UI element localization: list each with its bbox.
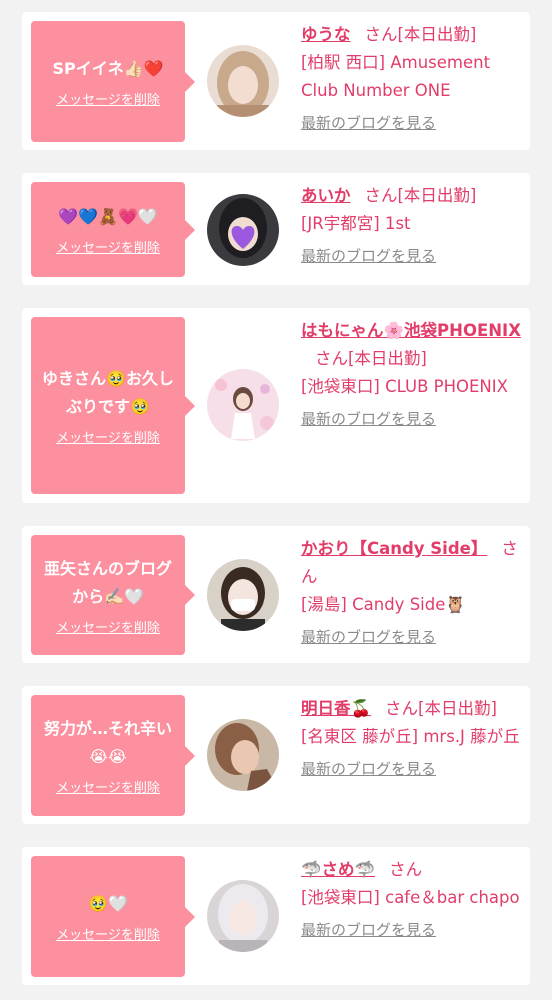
avatar[interactable] xyxy=(207,45,279,117)
delete-message-link[interactable]: メッセージを削除 xyxy=(56,89,160,108)
host-suffix: さん[本日出勤] xyxy=(385,699,497,718)
host-suffix: さん[本日出勤] xyxy=(364,186,477,205)
message-bubble: 亜矢さんのブログから✍🏻🤍 メッセージを削除 xyxy=(31,535,195,655)
shop-info: [池袋東口] CLUB PHOENIX xyxy=(301,377,508,396)
message-text: 🥹🤍 xyxy=(88,894,128,913)
avatar[interactable] xyxy=(207,194,279,266)
message-text: ゆきさん🥹お久しぶりです🥹 xyxy=(42,369,174,416)
message-bubble: 🥹🤍 メッセージを削除 xyxy=(31,856,195,977)
message-card: 努力が…それ辛い😭😭 メッセージを削除 明日香🍒 さん[本日出勤] [名東区 藤が… xyxy=(22,686,530,824)
latest-blog-link[interactable]: 最新のブログを見る xyxy=(301,755,525,783)
host-info: あいか さん[本日出勤] [JR宇都宮] 1st 最新のブログを見る xyxy=(301,182,525,270)
shop-info: [名東区 藤が丘] mrs.J 藤が丘 xyxy=(301,727,520,746)
host-info: ゆうな さん[本日出勤] [柏駅 西口] Amusement Club Numbe… xyxy=(301,21,525,137)
message-card: 💜💙🧸💗🤍 メッセージを削除 あいか さん[本日出勤] [JR宇都宮] 1st 最… xyxy=(22,173,530,285)
avatar[interactable] xyxy=(207,880,279,952)
message-text: 努力が…それ辛い😭😭 xyxy=(43,719,172,766)
delete-message-link[interactable]: メッセージを削除 xyxy=(56,777,160,796)
message-text: 亜矢さんのブログから✍🏻🤍 xyxy=(43,558,172,606)
host-info: 🦈さめ🦈 さん [池袋東口] cafe＆bar chapo 最新のブログを見る xyxy=(301,856,525,944)
host-name-link[interactable]: あいか xyxy=(301,186,351,205)
message-card: 亜矢さんのブログから✍🏻🤍 メッセージを削除 かおり【Candy Side】 さん… xyxy=(22,526,530,663)
shop-info: [池袋東口] cafe＆bar chapo xyxy=(301,888,520,907)
host-suffix: さん[本日出勤] xyxy=(364,25,477,44)
shop-info: [JR宇都宮] 1st xyxy=(301,214,411,233)
message-card: 🥹🤍 メッセージを削除 🦈さめ🦈 さん [池袋東口] cafe＆bar chapo… xyxy=(22,847,530,985)
host-name-link[interactable]: かおり【Candy Side】 xyxy=(301,539,487,558)
host-info: 明日香🍒 さん[本日出勤] [名東区 藤が丘] mrs.J 藤が丘 最新のブログを… xyxy=(301,695,525,783)
host-name-link[interactable]: ゆうな xyxy=(301,25,351,44)
host-suffix: さん xyxy=(389,860,423,879)
message-card: SPイイネ👍🏻❤️ メッセージを削除 ゆうな さん[本日出勤] [柏駅 西口] A… xyxy=(22,12,530,150)
avatar[interactable] xyxy=(207,559,279,631)
delete-message-link[interactable]: メッセージを削除 xyxy=(56,427,160,446)
delete-message-link[interactable]: メッセージを削除 xyxy=(56,924,160,943)
message-text: 💜💙🧸💗🤍 xyxy=(58,207,158,226)
host-info: はもにゃん🌸池袋PHOENIX さん[本日出勤] [池袋東口] CLUB PHOE… xyxy=(301,317,525,433)
latest-blog-link[interactable]: 最新のブログを見る xyxy=(301,109,525,137)
host-name-link[interactable]: はもにゃん🌸池袋PHOENIX xyxy=(301,321,521,340)
shop-info: [湯島] Candy Side🦉 xyxy=(301,595,466,614)
message-text: SPイイネ👍🏻❤️ xyxy=(52,59,164,78)
avatar[interactable] xyxy=(207,369,279,441)
shop-info: [柏駅 西口] Amusement Club Number ONE xyxy=(301,53,491,100)
message-card: ゆきさん🥹お久しぶりです🥹 メッセージを削除 はもにゃん🌸池袋PHOENIX さん… xyxy=(22,308,530,503)
latest-blog-link[interactable]: 最新のブログを見る xyxy=(301,916,525,944)
message-bubble: SPイイネ👍🏻❤️ メッセージを削除 xyxy=(31,21,195,142)
delete-message-link[interactable]: メッセージを削除 xyxy=(56,617,160,636)
host-info: かおり【Candy Side】 さん [湯島] Candy Side🦉 最新のブロ… xyxy=(301,535,525,651)
latest-blog-link[interactable]: 最新のブログを見る xyxy=(301,623,525,651)
message-bubble: ゆきさん🥹お久しぶりです🥹 メッセージを削除 xyxy=(31,317,195,494)
host-name-link[interactable]: 🦈さめ🦈 xyxy=(301,860,375,879)
latest-blog-link[interactable]: 最新のブログを見る xyxy=(301,405,525,433)
latest-blog-link[interactable]: 最新のブログを見る xyxy=(301,242,525,270)
host-suffix: さん[本日出勤] xyxy=(315,349,427,368)
avatar[interactable] xyxy=(207,719,279,791)
message-bubble: 努力が…それ辛い😭😭 メッセージを削除 xyxy=(31,695,195,816)
delete-message-link[interactable]: メッセージを削除 xyxy=(56,237,160,256)
host-name-link[interactable]: 明日香🍒 xyxy=(301,699,371,718)
message-bubble: 💜💙🧸💗🤍 メッセージを削除 xyxy=(31,182,195,277)
